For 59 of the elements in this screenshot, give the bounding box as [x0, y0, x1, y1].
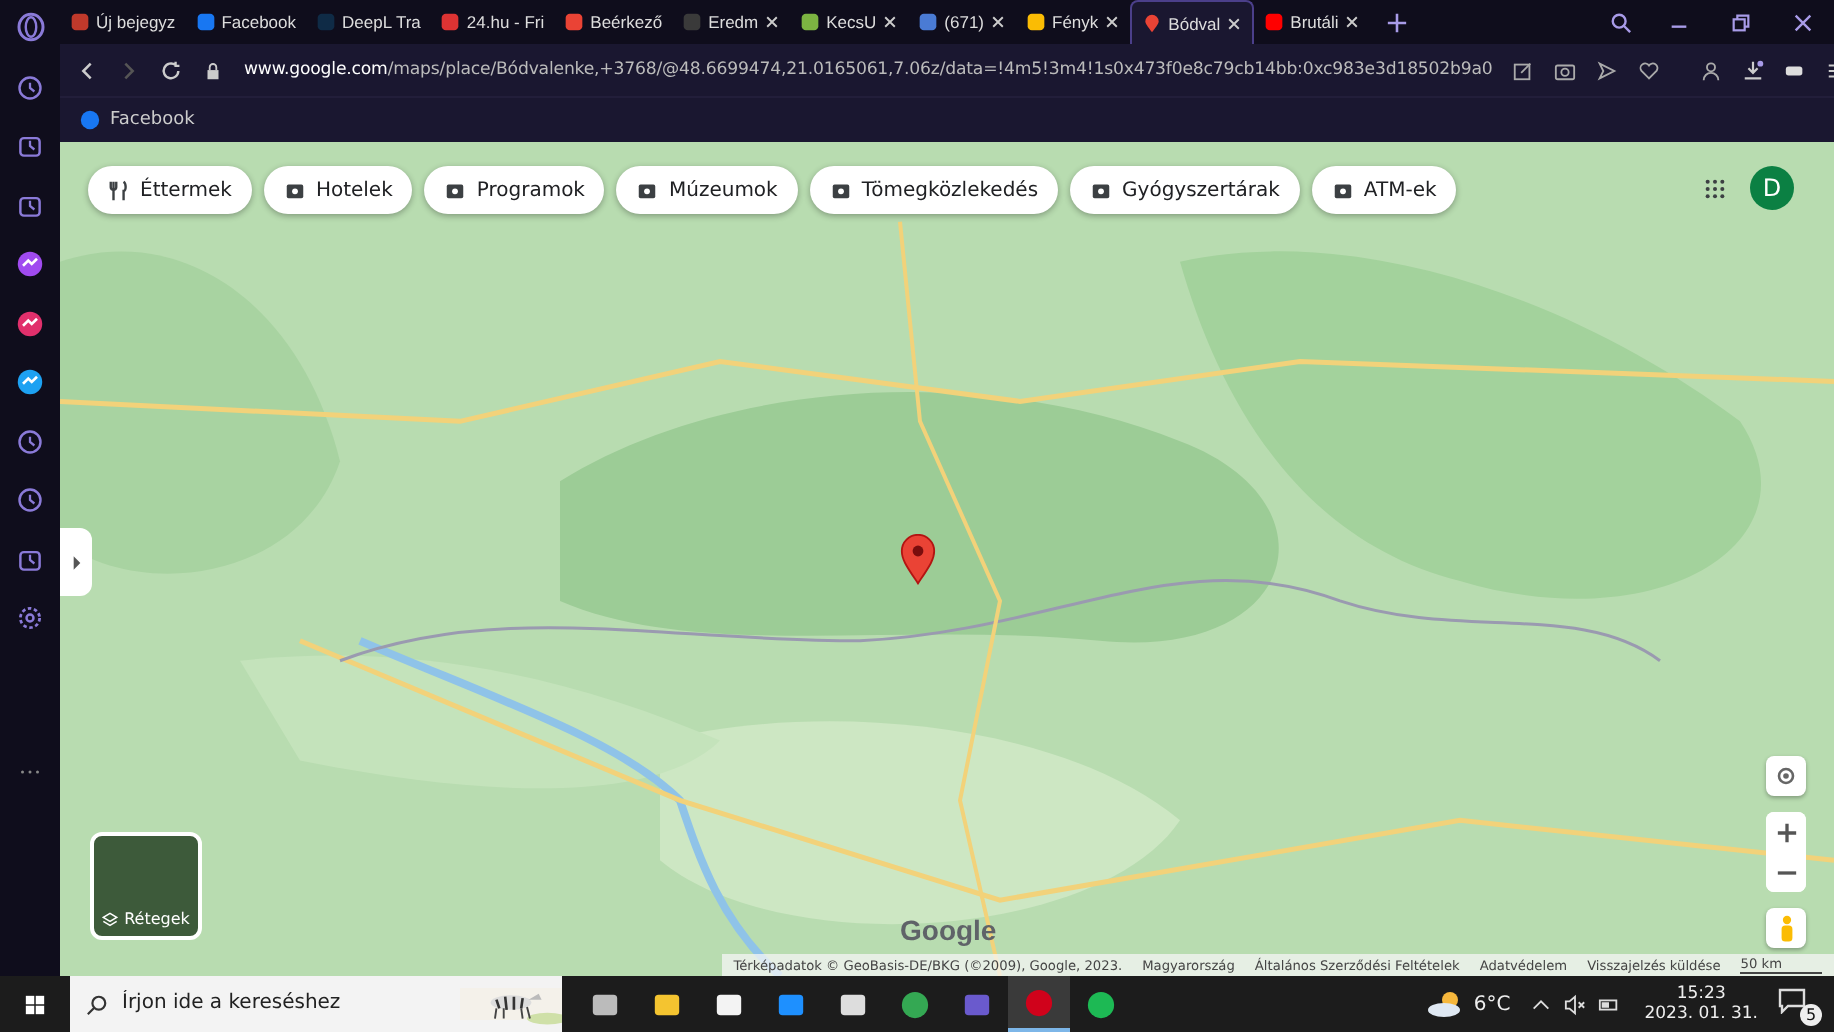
camera-icon[interactable]: [1554, 59, 1577, 81]
browser-tab[interactable]: Beérkező: [554, 0, 673, 44]
windows-start-icon[interactable]: [24, 993, 46, 1015]
close-icon[interactable]: [1104, 14, 1121, 30]
lock-icon: [202, 59, 224, 81]
site-icon: [440, 12, 461, 32]
browser-tab[interactable]: Facebook: [185, 0, 307, 44]
clock-date: 2023. 01. 31.: [1644, 1004, 1758, 1025]
heart-icon[interactable]: [1638, 59, 1661, 81]
site-icon: [918, 12, 939, 32]
browser-tab[interactable]: 24.hu - Fri: [430, 0, 555, 44]
close-icon[interactable]: [764, 14, 781, 30]
close-icon[interactable]: [990, 14, 1007, 30]
browser-tab[interactable]: Új bejegyz: [60, 0, 186, 44]
browser-tab[interactable]: Fényk: [1016, 0, 1131, 44]
restore-icon[interactable]: [1730, 11, 1752, 33]
site-icon: [682, 12, 703, 32]
search-icon: [86, 993, 108, 1015]
history-icon[interactable]: [16, 486, 44, 514]
cloudy-weather-icon[interactable]: [1425, 990, 1466, 1018]
browser-tab[interactable]: (671): [908, 0, 1017, 44]
browser-tab[interactable]: KecsU: [790, 0, 909, 44]
browser-tab[interactable]: Eredm: [672, 0, 791, 44]
taskbar-search-box[interactable]: Írjon ide a kereséshez: [70, 976, 562, 1032]
search-field[interactable]: Írjon ide a kereséshez: [122, 990, 446, 1018]
close-icon[interactable]: [1792, 11, 1814, 33]
browser-tab[interactable]: Bódval: [1130, 0, 1255, 44]
close-icon[interactable]: [1344, 14, 1361, 30]
bookmark[interactable]: Facebook: [80, 110, 195, 130]
user-icon[interactable]: [1700, 59, 1723, 81]
settings-icon[interactable]: [16, 604, 44, 632]
facebook-icon: [80, 110, 100, 130]
download-icon[interactable]: [1742, 59, 1765, 81]
edit-icon[interactable]: [1512, 59, 1535, 81]
site-icon: [1264, 12, 1285, 32]
notification-count: 5: [1800, 1004, 1822, 1026]
close-icon[interactable]: [882, 14, 899, 30]
new-tab-icon[interactable]: [1386, 11, 1409, 33]
site-icon: [1026, 12, 1047, 32]
opera-app-button[interactable]: [1008, 976, 1070, 1032]
notification-icon[interactable]: [1778, 986, 1806, 1014]
close-icon[interactable]: [1226, 15, 1243, 31]
site-icon: [316, 12, 337, 32]
temperature: 6°C: [1473, 993, 1511, 1015]
site-icon: [195, 12, 216, 32]
map-pin-icon: [1142, 13, 1163, 33]
clock-time: 15:23: [1676, 983, 1726, 1004]
site-icon: [70, 12, 90, 32]
back-icon[interactable]: [76, 59, 98, 81]
search-icon[interactable]: [1610, 11, 1632, 33]
reload-icon[interactable]: [160, 59, 182, 81]
more-icon[interactable]: [18, 767, 42, 775]
site-icon: [800, 12, 821, 32]
browser-tab[interactable]: DeepL Tra: [306, 0, 431, 44]
muted-speaker-icon[interactable]: [1564, 993, 1587, 1015]
browser-tab[interactable]: Brutáli: [1254, 0, 1371, 44]
opera-logo-icon[interactable]: [15, 12, 45, 42]
site-icon: [564, 12, 585, 32]
send-icon[interactable]: [1596, 59, 1619, 81]
